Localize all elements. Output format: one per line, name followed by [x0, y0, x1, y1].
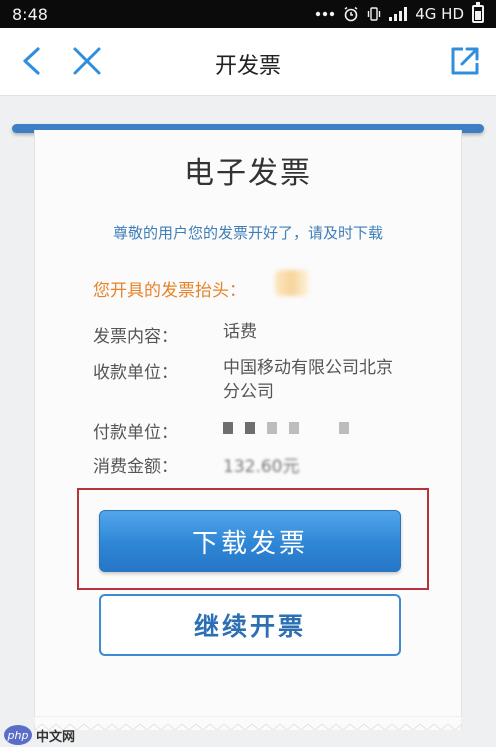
invoice-header-label: 您开具的发票抬头：: [93, 281, 246, 301]
status-icons: 4G HD: [315, 2, 484, 23]
amount-value: 132.60元: [223, 457, 300, 477]
status-bar: 8:48 4G HD: [0, 0, 496, 28]
more-dots-icon: [315, 11, 335, 17]
invoice-content-value: 话费: [223, 322, 257, 342]
payee-value-line1: 中国移动有限公司北京: [223, 358, 393, 378]
signal-icon: [389, 7, 408, 21]
amount-label: 消费金额：: [93, 457, 178, 477]
watermark-logo: php: [4, 725, 32, 745]
receipt-subtitle: 尊敬的用户您的发票开好了，请及时下载: [112, 224, 383, 242]
alarm-icon: [343, 6, 359, 22]
network-label: 4G HD: [415, 5, 464, 23]
share-icon[interactable]: [448, 44, 482, 78]
payer-label: 付款单位：: [93, 423, 178, 443]
mask-block: [339, 422, 349, 434]
receipt-title: 电子发票: [184, 156, 312, 191]
mask-block: [289, 422, 299, 434]
invoice-receipt-card: 电子发票 尊敬的用户您的发票开好了，请及时下载 您开具的发票抬头： 发票内容： …: [34, 130, 462, 730]
battery-icon: [472, 2, 484, 23]
watermark-text: 中文网: [36, 729, 76, 745]
vibrate-icon: [367, 6, 381, 22]
payee-value-line2: 分公司: [223, 382, 274, 402]
mask-block: [245, 422, 255, 434]
invoice-content-label: 发票内容：: [93, 327, 178, 347]
payer-value-masked: [223, 422, 361, 434]
nav-bar: 开发票: [0, 28, 496, 96]
receipt-serrated-edge: [34, 716, 462, 730]
status-time: 8:48: [12, 4, 48, 24]
mask-block: [223, 422, 233, 434]
payee-value: 中国移动有限公司北京 分公司: [223, 356, 393, 404]
payee-label: 收款单位：: [93, 363, 178, 383]
download-invoice-button[interactable]: 下载发票: [99, 510, 401, 572]
watermark: php 中文网: [4, 725, 75, 745]
mask-block: [267, 422, 277, 434]
invoice-header-value-masked: [275, 270, 309, 296]
page-title: 开发票: [214, 54, 281, 79]
continue-invoicing-button[interactable]: 继续开票: [99, 594, 401, 656]
